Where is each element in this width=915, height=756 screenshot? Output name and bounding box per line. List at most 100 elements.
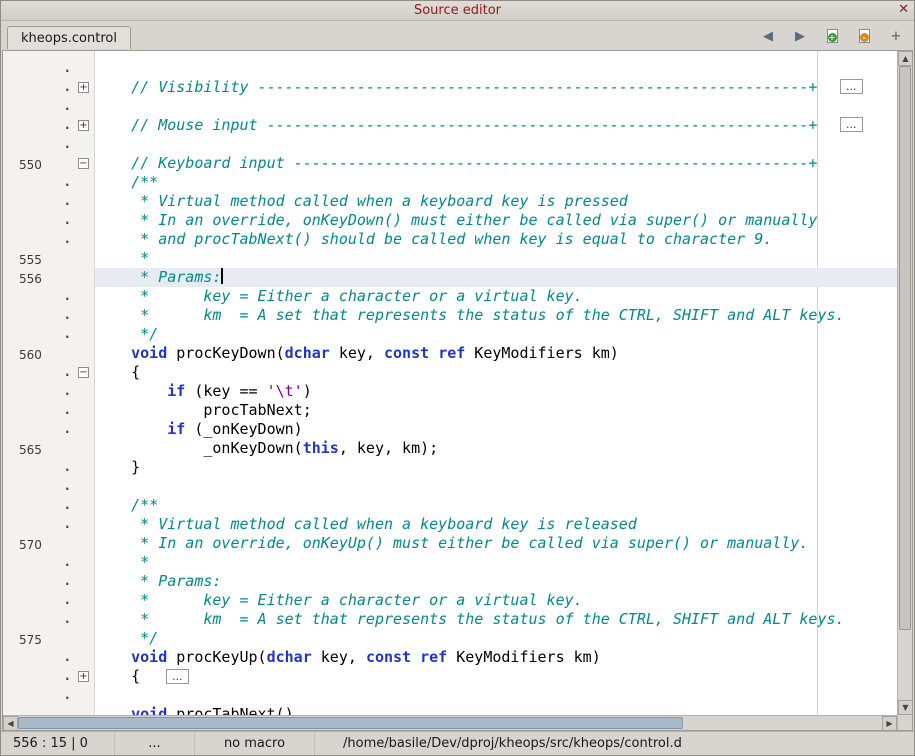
editor-line[interactable]: . * key = Either a character or a virtua… — [3, 591, 897, 610]
horizontal-scrollbar[interactable]: ◀ ▶ — [3, 715, 897, 730]
line-dot: . — [65, 686, 70, 705]
horizontal-scroll-track[interactable] — [18, 716, 882, 730]
editor-line[interactable]: .+ {... — [3, 667, 897, 686]
code-text[interactable]: {... — [95, 667, 897, 686]
code-text[interactable]: } — [95, 458, 897, 477]
editor-line[interactable]: . if (key == '\t') — [3, 382, 897, 401]
fold-ellipsis-box[interactable]: ... — [166, 669, 189, 684]
editor-line[interactable]: . — [3, 686, 897, 705]
code-text[interactable] — [95, 477, 897, 496]
horizontal-scroll-thumb[interactable] — [18, 717, 683, 729]
code-text[interactable]: * Virtual method called when a keyboard … — [95, 515, 897, 534]
editor-line[interactable]: . if (_onKeyDown) — [3, 420, 897, 439]
line-gutter: . — [3, 686, 75, 705]
code-text[interactable]: if (_onKeyDown) — [95, 420, 897, 439]
code-text[interactable]: if (key == '\t') — [95, 382, 897, 401]
editor-line[interactable]: 575 */ — [3, 629, 897, 648]
editor-line[interactable]: . */ — [3, 325, 897, 344]
code-text[interactable]: * — [95, 249, 897, 268]
code-text[interactable]: * and procTabNext() should be called whe… — [95, 230, 897, 249]
code-text[interactable]: // Keyboard input ----------------------… — [95, 154, 897, 173]
fold-ellipsis-box[interactable]: ... — [840, 117, 863, 132]
editor-line[interactable]: . — [3, 59, 897, 78]
code-area[interactable]: ..+ // Visibility ----------------------… — [3, 51, 897, 715]
code-text[interactable]: * In an override, onKeyUp() must either … — [95, 534, 897, 553]
editor-line[interactable]: . * and procTabNext() should be called w… — [3, 230, 897, 249]
editor-line[interactable]: . * — [3, 553, 897, 572]
code-text[interactable]: * — [95, 553, 897, 572]
code-text[interactable]: * km = A set that represents the status … — [95, 610, 897, 629]
code-text[interactable]: * Virtual method called when a keyboard … — [95, 192, 897, 211]
code-text[interactable]: * In an override, onKeyDown() must eithe… — [95, 211, 897, 230]
editor-line[interactable]: . — [3, 135, 897, 154]
editor-line[interactable]: . /** — [3, 173, 897, 192]
scroll-right-button[interactable]: ▶ — [882, 716, 897, 731]
editor-line[interactable]: .− { — [3, 363, 897, 382]
next-document-button[interactable]: ▶ — [790, 26, 810, 46]
scroll-left-icon: ◀ — [7, 719, 13, 728]
code-text[interactable]: // Mouse input -------------------------… — [95, 116, 897, 135]
editor-line[interactable]: 560 void procKeyDown(dchar key, const re… — [3, 344, 897, 363]
close-window-icon[interactable]: ✕ — [898, 2, 909, 17]
editor-line[interactable]: .+ // Visibility -----------------------… — [3, 78, 897, 97]
fold-toggle-icon[interactable]: + — [78, 671, 89, 682]
editor-line[interactable]: 565 _onKeyDown(this, key, km); — [3, 439, 897, 458]
editor-line[interactable]: 550− // Keyboard input -----------------… — [3, 154, 897, 173]
code-text[interactable]: void procTabNext() — [95, 705, 897, 715]
fold-toggle-icon[interactable]: − — [78, 158, 89, 169]
editor-line[interactable]: . — [3, 477, 897, 496]
editor-line[interactable]: 556 * Params: — [3, 268, 897, 287]
code-text[interactable] — [95, 59, 897, 78]
code-text[interactable]: _onKeyDown(this, key, km); — [95, 439, 897, 458]
code-text[interactable]: procTabNext; — [95, 401, 897, 420]
editor-line[interactable]: .+ // Mouse input ----------------------… — [3, 116, 897, 135]
prev-document-button[interactable]: ◀ — [758, 26, 778, 46]
fold-toggle-icon[interactable]: + — [78, 82, 89, 93]
scroll-down-button[interactable]: ▼ — [898, 700, 913, 715]
scroll-up-button[interactable]: ▲ — [898, 51, 913, 66]
editor-line[interactable]: . * Virtual method called when a keyboar… — [3, 192, 897, 211]
code-text[interactable]: * km = A set that represents the status … — [95, 306, 897, 325]
code-text[interactable]: // Visibility --------------------------… — [95, 78, 897, 97]
fold-toggle-icon[interactable]: + — [78, 120, 89, 131]
code-text[interactable]: { — [95, 363, 897, 382]
editor-line[interactable]: . } — [3, 458, 897, 477]
new-document-button[interactable]: + — [822, 26, 842, 46]
tab-kheops-control[interactable]: kheops.control — [7, 26, 131, 49]
vertical-scroll-track[interactable] — [898, 66, 912, 700]
scroll-left-button[interactable]: ◀ — [3, 716, 18, 731]
editor-line[interactable]: . * km = A set that represents the statu… — [3, 306, 897, 325]
code-text[interactable]: */ — [95, 325, 897, 344]
fold-ellipsis-box[interactable]: ... — [840, 79, 863, 94]
close-document-button[interactable]: - — [854, 26, 874, 46]
vertical-scroll-thumb[interactable] — [899, 66, 911, 630]
code-text[interactable]: * Params: — [95, 572, 897, 591]
editor-line[interactable]: 570 * In an override, onKeyUp() must eit… — [3, 534, 897, 553]
editor-line[interactable]: . * Params: — [3, 572, 897, 591]
editor-line[interactable]: . void procKeyUp(dchar key, const ref Ke… — [3, 648, 897, 667]
line-dot: . — [65, 458, 70, 477]
code-text[interactable] — [95, 97, 897, 116]
editor-line[interactable]: . * km = A set that represents the statu… — [3, 610, 897, 629]
detach-handle-button[interactable]: + — [886, 26, 906, 46]
editor-line[interactable]: . /** — [3, 496, 897, 515]
code-text[interactable]: /** — [95, 173, 897, 192]
editor-line[interactable]: . procTabNext; — [3, 401, 897, 420]
editor-line[interactable]: 555 * — [3, 249, 897, 268]
editor-line[interactable]: . — [3, 97, 897, 116]
code-text[interactable]: */ — [95, 629, 897, 648]
editor-line[interactable]: . void procTabNext() — [3, 705, 897, 715]
editor-line[interactable]: . * Virtual method called when a keyboar… — [3, 515, 897, 534]
fold-toggle-icon[interactable]: − — [78, 367, 89, 378]
code-text[interactable]: void procKeyDown(dchar key, const ref Ke… — [95, 344, 897, 363]
editor-line[interactable]: . * key = Either a character or a virtua… — [3, 287, 897, 306]
code-text[interactable]: * key = Either a character or a virtual … — [95, 591, 897, 610]
code-text[interactable] — [95, 686, 897, 705]
code-text[interactable] — [95, 135, 897, 154]
vertical-scrollbar[interactable]: ▲ ▼ — [897, 51, 912, 730]
code-text[interactable]: * key = Either a character or a virtual … — [95, 287, 897, 306]
editor-line[interactable]: . * In an override, onKeyDown() must eit… — [3, 211, 897, 230]
code-text[interactable]: /** — [95, 496, 897, 515]
code-text[interactable]: * Params: — [95, 268, 897, 287]
code-text[interactable]: void procKeyUp(dchar key, const ref KeyM… — [95, 648, 897, 667]
